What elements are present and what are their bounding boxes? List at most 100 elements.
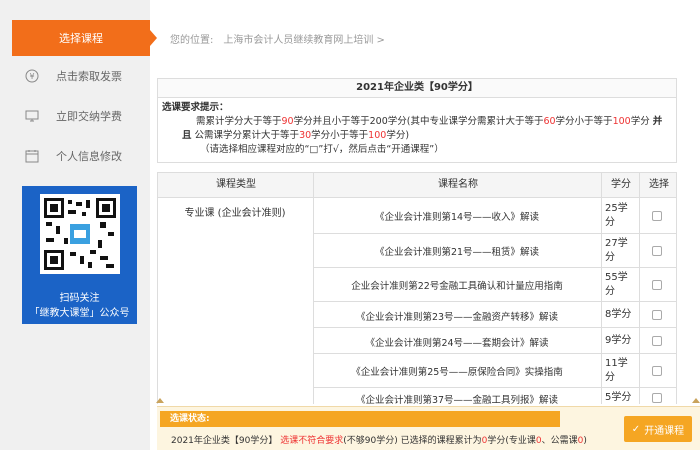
- course-name: 企业会计准则第22号金融工具确认和计量应用指南: [351, 281, 563, 292]
- credit-value: 55学: [605, 272, 628, 283]
- req-text: 且: [182, 130, 192, 141]
- course-name: 《企业会计准则第21号——租赁》解读: [374, 247, 540, 258]
- yen-icon: ¥: [24, 68, 40, 84]
- open-course-button[interactable]: ✓ 开通课程: [624, 416, 692, 442]
- course-name: 《企业会计准则第23号——金融资产转移》解读: [355, 312, 559, 323]
- select-checkbox[interactable]: [652, 310, 662, 320]
- course-credit: 8学分: [601, 308, 639, 322]
- requirement-panel: 选课要求提示： 需累计学分大于等于90学分并且小于等于200学分(其中专业课学分…: [157, 97, 677, 163]
- select-checkbox[interactable]: [652, 366, 662, 376]
- qr-code-icon: [40, 194, 120, 274]
- select-checkbox[interactable]: [652, 393, 662, 403]
- course-credit: 11学分: [601, 357, 639, 385]
- req-text: 需累计学分大于等于: [196, 116, 282, 127]
- status-text: ): [583, 436, 587, 446]
- sidebar-item-invoice[interactable]: ¥ 点击索取发票: [0, 61, 150, 91]
- sidebar-item-label: 个人信息修改: [56, 150, 122, 163]
- sidebar: 选择课程 ¥ 点击索取发票 立即交纳学费 个人信息修改 扫码关注 「继教大课堂」…: [0, 0, 150, 450]
- table-row: 《企业会计准则第21号——租赁》解读 27学分: [313, 234, 677, 268]
- req-number: 90: [281, 116, 294, 127]
- credit-value: 5学分: [605, 392, 632, 403]
- status-label: 选课状态:: [160, 411, 560, 427]
- course-credit: 9学分: [601, 334, 639, 348]
- sidebar-item-profile[interactable]: 个人信息修改: [0, 141, 150, 171]
- req-text: 学分小于等于: [555, 116, 613, 127]
- course-type-cell: 专业课 (企业会计准则): [184, 208, 286, 219]
- breadcrumb-prefix: 您的位置:: [170, 35, 214, 46]
- qr-caption-account: 「继教大课堂」公众号: [29, 308, 130, 319]
- selection-status-bar: 选课状态: 2021年企业类【90学分】 选课不符合要求(不够90学分) 已选择…: [157, 406, 700, 450]
- select-checkbox[interactable]: [652, 246, 662, 256]
- scroll-marker-icon: [156, 398, 164, 403]
- plan-title: 2021年企业类【90学分】: [157, 78, 677, 98]
- course-name: 《企业会计准则第37号——金融工具列报》解读: [355, 395, 559, 406]
- requirement-line: 且 公需课学分累计大于等于30学分小于等于100学分): [182, 129, 409, 143]
- req-text: 学分小于等于: [311, 130, 369, 141]
- open-course-label: 开通课程: [644, 425, 685, 437]
- sidebar-item-pay-tuition[interactable]: 立即交纳学费: [0, 101, 150, 131]
- select-checkbox[interactable]: [652, 280, 662, 290]
- header-course-name: 课程名称: [438, 179, 478, 190]
- req-number: 100: [368, 130, 387, 141]
- credit-unit: 分: [605, 217, 615, 228]
- requirement-line: 需累计学分大于等于90学分并且小于等于200学分(其中专业课学分需累计大于等于6…: [196, 115, 662, 129]
- breadcrumb-link[interactable]: 上海市会计人员继续教育网上培训 >: [223, 35, 385, 46]
- course-credit: 27学分: [601, 237, 639, 265]
- svg-text:¥: ¥: [29, 72, 34, 81]
- status-text: 、公需课: [541, 436, 578, 446]
- breadcrumb: 您的位置: 上海市会计人员继续教育网上培训 >: [170, 31, 385, 46]
- table-row: 《企业会计准则第23号——金融资产转移》解读 8学分: [313, 302, 677, 328]
- sidebar-item-select-course[interactable]: 选择课程: [12, 20, 150, 56]
- req-text: 学分): [386, 130, 410, 141]
- header-select: 选择: [649, 179, 669, 190]
- req-number: 100: [612, 116, 631, 127]
- req-text: 学分并且小于等于200学分(其中专业课学分需累计大于等于: [293, 116, 544, 127]
- select-checkbox[interactable]: [652, 211, 662, 221]
- status-summary: 2021年企业类【90学分】 选课不符合要求(不够90学分) 已选择的课程累计为…: [171, 433, 587, 446]
- credit-value: 8学分: [605, 309, 632, 320]
- credit-value: 11学: [605, 358, 628, 369]
- qr-card: 扫码关注 「继教大课堂」公众号: [22, 186, 137, 324]
- requirement-instruction: （请选择相应课程对应的“□”打√，然后点击“开通课程”）: [200, 144, 444, 155]
- course-name: 《企业会计准则第24号——套期会计》解读: [365, 338, 549, 349]
- course-credit: 55学分: [601, 271, 639, 299]
- course-credit: 25学分: [601, 202, 639, 230]
- requirement-title: 选课要求提示：: [162, 102, 229, 113]
- sidebar-item-label: 选择课程: [59, 32, 103, 45]
- status-warning: 选课不符合要求: [280, 436, 344, 446]
- table-header: 课程类型 课程名称 学分 选择: [157, 172, 677, 198]
- qr-caption: 扫码关注: [59, 293, 100, 304]
- credit-value: 9学分: [605, 335, 632, 346]
- credit-value: 27学: [605, 238, 628, 249]
- select-checkbox[interactable]: [652, 336, 662, 346]
- req-number: 60: [543, 116, 556, 127]
- course-credit: 5学分: [601, 391, 639, 405]
- header-credit: 学分: [611, 179, 631, 190]
- header-course-type: 课程类型: [216, 179, 256, 190]
- table-row: 《企业会计准则第25号——原保险合同》实操指南 11学分: [313, 354, 677, 388]
- table-row: 《企业会计准则第37号——金融工具列报》解读 5学分: [313, 388, 677, 408]
- table-row: 《企业会计准则第24号——套期会计》解读 9学分: [313, 328, 677, 354]
- table-row: 《企业会计准则第14号——收入》解读 25学分: [313, 198, 677, 234]
- req-number: 30: [299, 130, 312, 141]
- monitor-icon: [24, 108, 40, 124]
- sidebar-item-label: 点击索取发票: [56, 70, 122, 83]
- req-text: 并: [652, 116, 663, 127]
- credit-unit: 分: [605, 286, 615, 297]
- course-table: 课程类型 课程名称 学分 选择 专业课 (企业会计准则) 《企业会计准则第14号…: [157, 172, 677, 406]
- status-text: (不够90学分) 已选择的课程累计为: [343, 436, 482, 446]
- calendar-icon: [24, 148, 40, 164]
- status-plan: 2021年企业类【90学分】: [171, 436, 278, 446]
- check-icon: ✓: [631, 423, 641, 435]
- req-text: 学分: [630, 116, 650, 127]
- sidebar-item-label: 立即交纳学费: [56, 110, 122, 123]
- course-name: 《企业会计准则第25号——原保险合同》实操指南: [351, 367, 563, 378]
- credit-unit: 分: [605, 252, 615, 263]
- req-text: 公需课学分累计大于等于: [194, 130, 300, 141]
- table-row: 企业会计准则第22号金融工具确认和计量应用指南 55学分: [313, 268, 677, 302]
- status-text: 学分(专业课: [487, 436, 536, 446]
- active-pointer-icon: [150, 30, 157, 46]
- credit-value: 25学: [605, 203, 628, 214]
- course-name: 《企业会计准则第14号——收入》解读: [374, 212, 540, 223]
- credit-unit: 分: [605, 372, 615, 383]
